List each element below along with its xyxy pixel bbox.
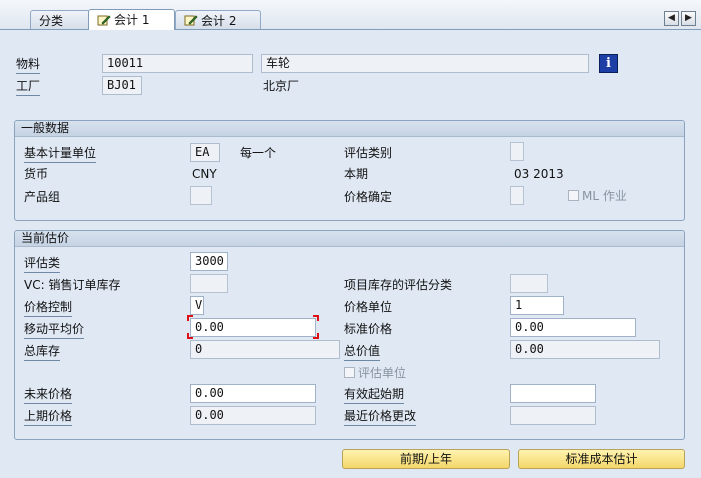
tab-classification[interactable]: 分类: [30, 10, 90, 30]
base-uom-description: 每一个: [240, 146, 277, 160]
tab-classification-label: 分类: [39, 13, 64, 28]
edit-pencil-icon: [97, 14, 111, 25]
product-group-label: 产品组: [24, 190, 61, 204]
info-icon: i: [606, 56, 611, 71]
edit-pencil-icon: [184, 15, 198, 26]
price-determination-field[interactable]: [510, 186, 524, 205]
general-data-title: 一般数据: [15, 121, 684, 137]
valuation-category-label: 评估类别: [344, 146, 393, 160]
previous-price-label: 上期价格: [24, 408, 73, 426]
valuation-class-field[interactable]: 3000: [190, 252, 228, 271]
standard-price-label: 标准价格: [344, 322, 393, 336]
last-price-change-label: 最近价格更改: [344, 408, 417, 426]
future-price-label: 未来价格: [24, 386, 73, 404]
tab-accounting-1[interactable]: 会计 1: [88, 9, 175, 30]
product-group-field[interactable]: [190, 186, 212, 205]
valuation-category-field[interactable]: [510, 142, 524, 161]
current-period-label: 本期: [344, 167, 369, 181]
price-unit-field[interactable]: 1: [510, 296, 564, 315]
previous-period-year-button[interactable]: 前期/上年: [342, 449, 510, 469]
focus-corner-bottom-right: [313, 333, 319, 339]
moving-average-price-label: 移动平均价: [24, 321, 85, 339]
previous-price-field[interactable]: 0.00: [190, 406, 316, 425]
ml-activity-label: ML 作业: [582, 189, 627, 203]
base-uom-field[interactable]: EA: [190, 143, 220, 162]
vc-sales-order-stock-field[interactable]: [190, 274, 228, 293]
vc-sales-order-stock-label: VC: 销售订单库存: [24, 278, 121, 292]
total-stock-field[interactable]: 0: [190, 340, 340, 359]
material-description-field[interactable]: 车轮: [261, 54, 589, 73]
total-value-label: 总价值: [344, 343, 381, 361]
material-label: 物料: [16, 56, 41, 74]
current-valuation-title: 当前估价: [15, 231, 684, 247]
focus-corner-top-right: [313, 315, 319, 321]
currency-label: 货币: [24, 167, 49, 181]
material-number-field[interactable]: 10011: [102, 54, 253, 73]
focus-corner-bottom-left: [187, 333, 193, 339]
plant-label: 工厂: [16, 78, 41, 96]
project-stock-valuation-class-label: 项目库存的评估分类: [344, 278, 453, 292]
moving-average-price-field[interactable]: 0.00: [190, 318, 316, 337]
valuation-unit-checkbox[interactable]: [344, 367, 355, 378]
valuation-class-label: 评估类: [24, 255, 61, 273]
currency-value: CNY: [192, 167, 217, 181]
tab-strip: 分类 会计 1 会计 2 ◀ ▶: [0, 0, 701, 30]
total-stock-label: 总库存: [24, 343, 61, 361]
plant-field[interactable]: BJ01: [102, 76, 142, 95]
focus-corner-top-left: [187, 315, 193, 321]
ml-activity-checkbox[interactable]: [568, 190, 579, 201]
chevron-left-icon: ◀: [668, 13, 675, 23]
future-price-field[interactable]: 0.00: [190, 384, 316, 403]
last-price-change-field[interactable]: [510, 406, 596, 425]
base-uom-label: 基本计量单位: [24, 145, 97, 163]
tab-accounting-1-label: 会计 1: [114, 13, 150, 27]
price-determination-label: 价格确定: [344, 190, 393, 204]
chevron-right-icon: ▶: [685, 13, 692, 23]
valid-from-field[interactable]: [510, 384, 596, 403]
price-control-label: 价格控制: [24, 299, 73, 317]
project-stock-valuation-class-field[interactable]: [510, 274, 548, 293]
standard-price-field[interactable]: 0.00: [510, 318, 636, 337]
current-period-value: 03 2013: [514, 167, 564, 181]
standard-cost-estimate-button[interactable]: 标准成本估计: [518, 449, 685, 469]
tab-scroll-right-button[interactable]: ▶: [681, 11, 696, 26]
valuation-unit-label: 评估单位: [358, 366, 407, 380]
total-value-field[interactable]: 0.00: [510, 340, 660, 359]
tab-accounting-2[interactable]: 会计 2: [175, 10, 261, 30]
tab-accounting-2-label: 会计 2: [201, 13, 237, 28]
tab-scroll-left-button[interactable]: ◀: [664, 11, 679, 26]
price-control-field[interactable]: V: [190, 296, 204, 315]
valid-from-label: 有效起始期: [344, 386, 405, 404]
info-button[interactable]: i: [599, 54, 618, 73]
price-unit-label: 价格单位: [344, 300, 393, 314]
plant-description: 北京厂: [263, 79, 300, 93]
